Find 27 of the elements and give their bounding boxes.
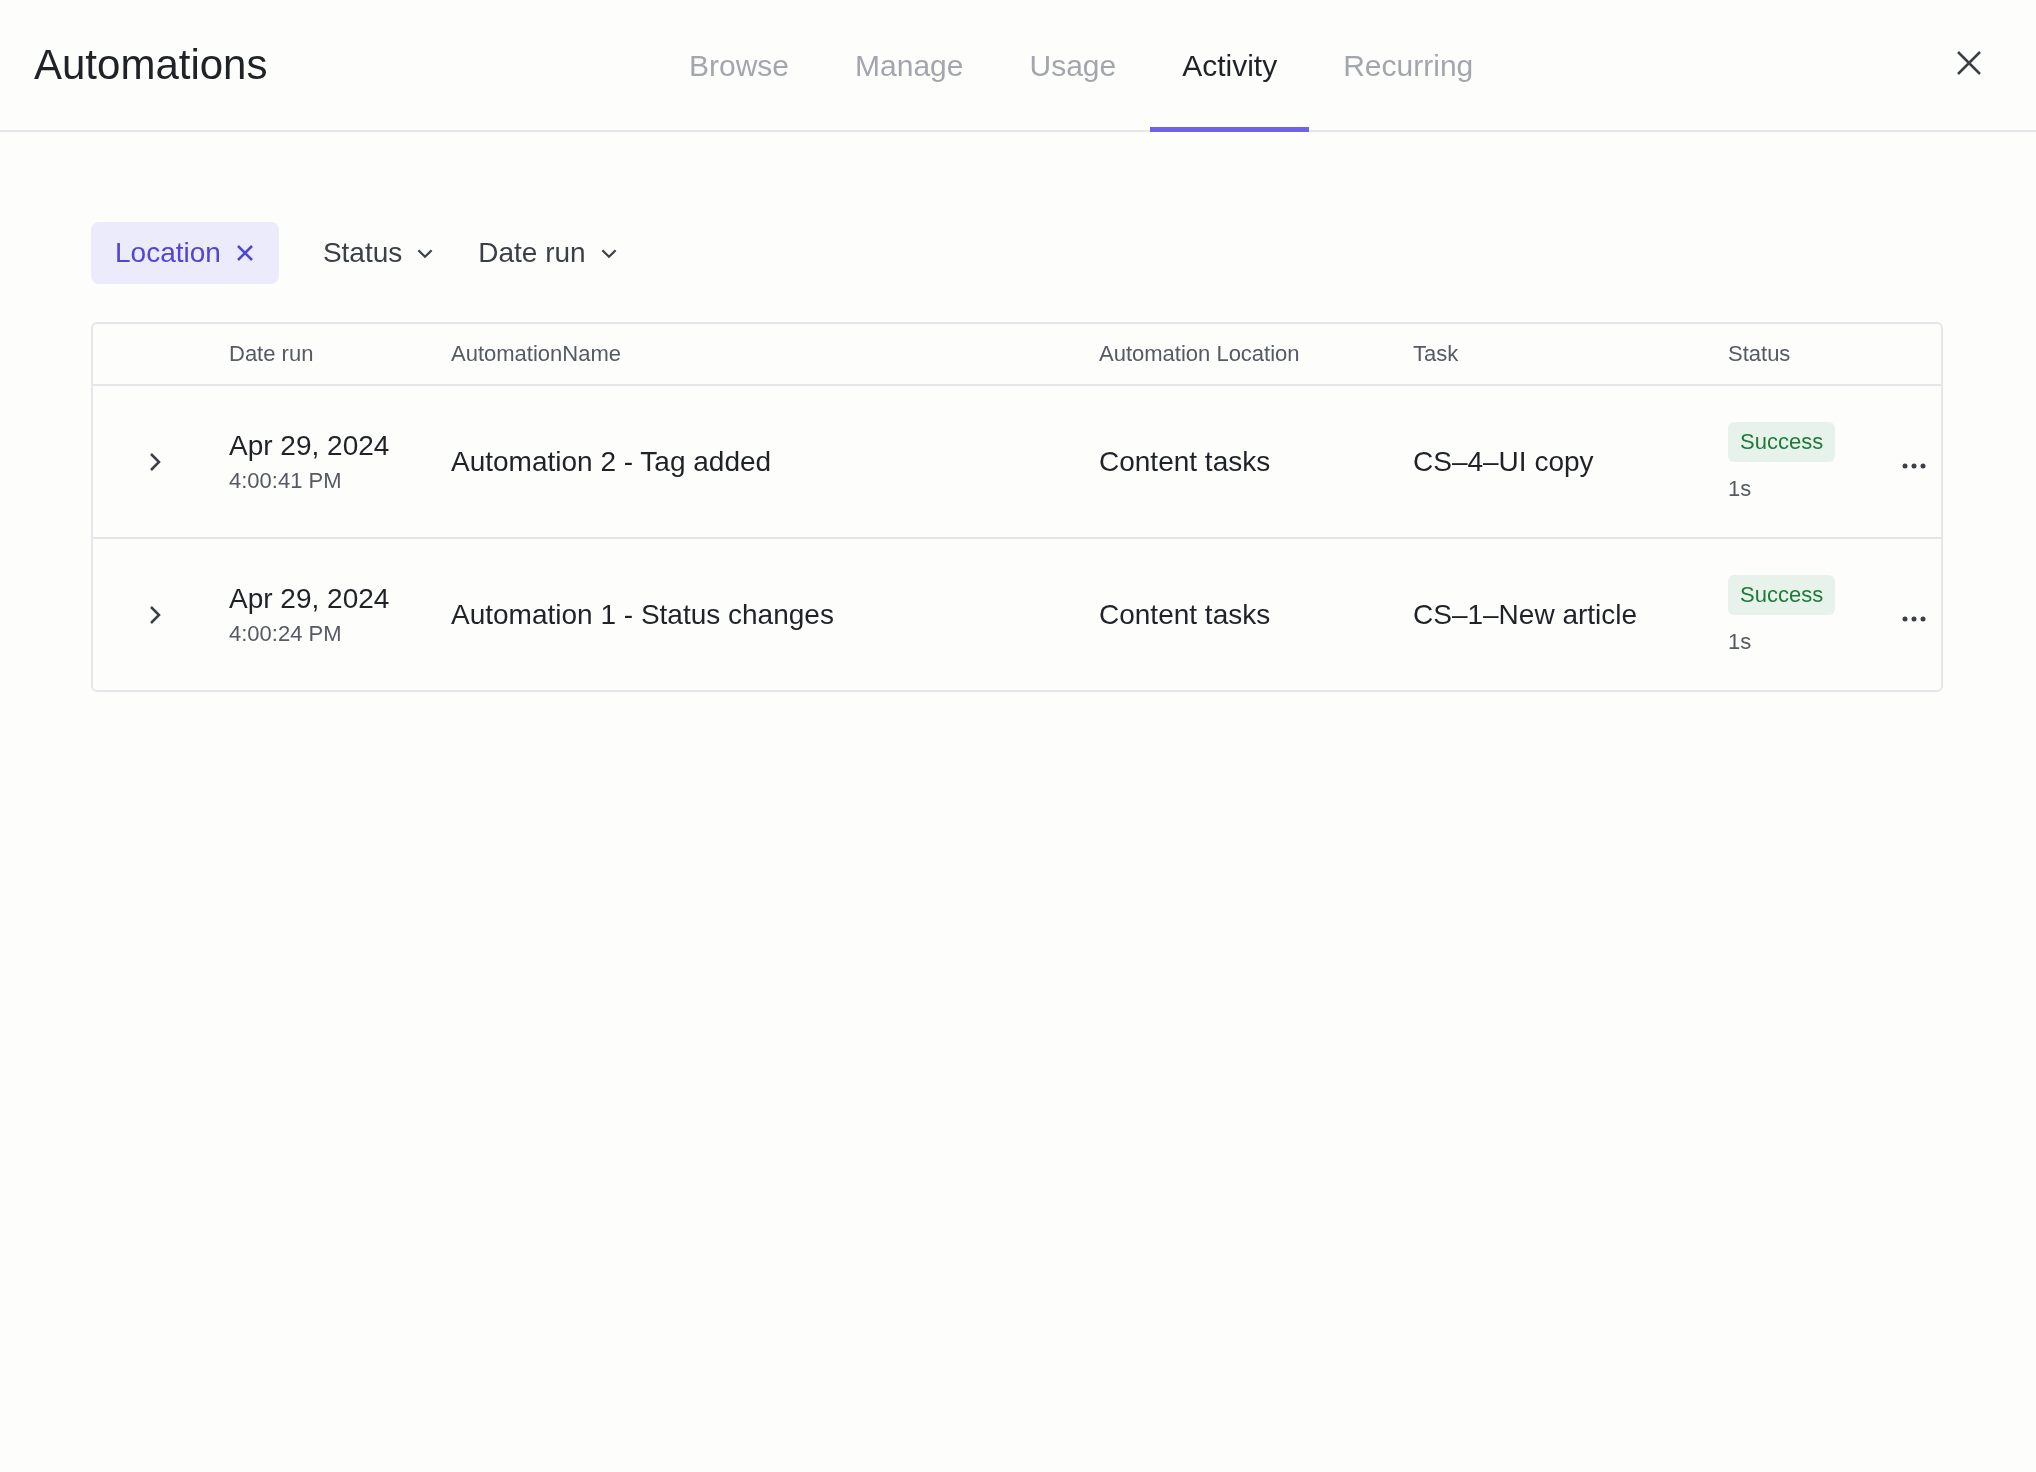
status-badge: Success [1728, 421, 1836, 462]
date-text: Apr 29, 2024 [229, 582, 390, 615]
page-title: Automations [34, 41, 269, 89]
column-header: Automation Location [1099, 341, 1301, 367]
task-text: CS–1–New article [1413, 598, 1639, 631]
filter-chip[interactable]: Location [91, 222, 279, 284]
duration-text: 1s [1728, 628, 1752, 655]
location-text: Content tasks [1099, 598, 1272, 631]
automation-name: Automation 1 - Status changes [451, 598, 835, 631]
time-text: 4:00:41 PM [229, 467, 342, 494]
close-icon [234, 243, 255, 263]
time-text: 4:00:24 PM [229, 620, 342, 647]
tab[interactable]: Activity [1150, 0, 1310, 132]
filter-dropdown[interactable]: Status [322, 222, 435, 284]
duration-text: 1s [1728, 475, 1752, 502]
column-header: Status [1728, 341, 1792, 367]
chevron-down-icon [416, 247, 435, 259]
task-text: CS–4–UI copy [1413, 445, 1595, 478]
column-header: AutomationName [451, 341, 622, 367]
filter-dropdown[interactable]: Date run [478, 222, 618, 284]
column-header: Date run [229, 341, 315, 367]
location-text: Content tasks [1099, 445, 1272, 478]
status-badge: Success [1728, 574, 1836, 615]
date-text: Apr 29, 2024 [229, 429, 390, 462]
column-header: Task [1413, 341, 1460, 367]
chevron-down-icon [599, 247, 618, 259]
automation-name: Automation 2 - Tag added [451, 445, 773, 478]
